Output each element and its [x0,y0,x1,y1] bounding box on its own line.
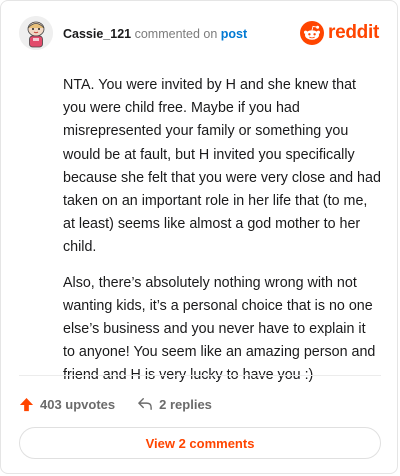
upvote-count: 403 upvotes [40,396,116,412]
reddit-wordmark: reddit [328,22,379,43]
username[interactable]: Cassie_121 [63,27,131,41]
comment-author-line: Cassie_121 commented on post [63,27,247,41]
reddit-logo-icon [300,21,325,45]
comment-card: Cassie_121 commented on post reddit NTA.… [0,0,398,474]
upvote-button[interactable]: 403 upvotes [19,397,115,412]
comment-header: Cassie_121 commented on post reddit [19,16,381,52]
post-link[interactable]: post [221,27,247,41]
comment-paragraph-1: NTA. You were invited by H and she knew … [63,77,381,256]
divider [19,375,381,376]
reply-button[interactable]: 2 replies [137,397,212,412]
comment-paragraph-2: Also, there’s absolutely nothing wrong w… [63,274,376,384]
reddit-logo[interactable]: reddit [300,20,379,46]
comment-body: NTA. You were invited by H and she knew … [63,74,381,400]
reply-arrow-icon [138,398,152,410]
commented-on-text: commented on [134,27,218,41]
avatar-icon [19,16,53,50]
upvote-arrow-icon [19,397,34,411]
reply-count: 2 replies [159,396,212,412]
comment-actions: 403 upvotes 2 replies [19,393,212,415]
view-comments-button[interactable]: View 2 comments [19,427,381,459]
avatar[interactable] [19,16,53,50]
